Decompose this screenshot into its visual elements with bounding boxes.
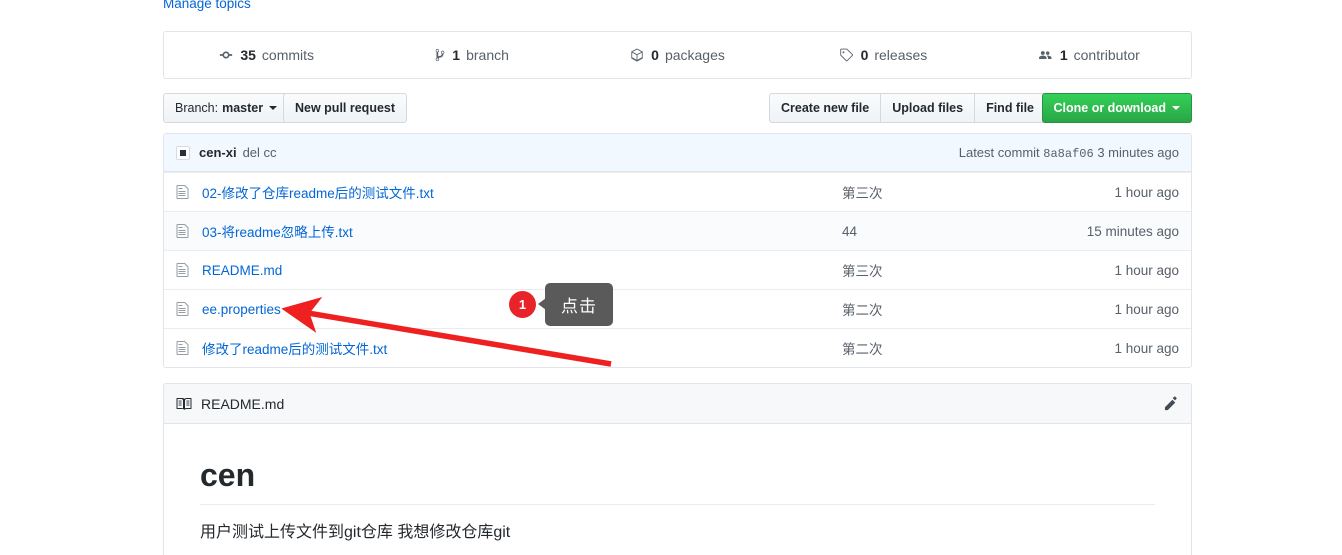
file-commit-message[interactable]: 第二次 (842, 299, 1051, 319)
latest-commit-label: Latest commit (958, 144, 1040, 160)
readme-title: README.md (201, 395, 285, 412)
repository-page: Manage topics 35 commits 1 branch 0 pack… (0, 0, 1342, 555)
table-row[interactable]: README.md 第三次 1 hour ago (164, 250, 1191, 289)
file-commit-message[interactable]: 第三次 (842, 260, 1051, 280)
file-commit-time: 1 hour ago (1114, 184, 1179, 200)
clone-or-download-label: Clone or download (1053, 100, 1167, 115)
readme-paragraph: 用户测试上传文件到git仓库 我想修改仓库git (200, 524, 511, 542)
latest-commit-info: Latest commit 8a8af06 3 minutes ago (959, 145, 1179, 161)
branch-selector-button[interactable]: Branch: master (163, 93, 290, 123)
file-icon (176, 301, 192, 317)
table-row[interactable]: ee.properties 第二次 1 hour ago (164, 289, 1191, 328)
package-icon (630, 48, 644, 62)
stat-contributors[interactable]: 1 contributor (986, 32, 1191, 78)
commit-message-link[interactable]: del cc (243, 145, 277, 160)
avatar (176, 145, 190, 160)
tag-icon (839, 48, 854, 62)
readme-header: README.md (164, 384, 1191, 424)
commit-author-link[interactable]: cen-xi (199, 145, 237, 160)
annotation-step-badge: 1 (509, 291, 536, 318)
clone-or-download-button[interactable]: Clone or download (1041, 93, 1192, 123)
commit-time: 3 minutes ago (1097, 144, 1179, 160)
file-commit-time: 15 minutes ago (1086, 223, 1179, 239)
stat-releases-count: 0 (860, 47, 869, 63)
stat-commits[interactable]: 35 commits (164, 32, 369, 78)
stat-branches[interactable]: 1 branch (369, 32, 574, 78)
stat-contributors-label: contributor (1073, 47, 1140, 63)
repository-toolbar: Branch: master New pull request Create n… (163, 93, 1192, 123)
people-icon (1037, 48, 1053, 62)
find-file-button[interactable]: Find file (974, 93, 1046, 123)
commit-icon (219, 48, 233, 62)
file-name-link[interactable]: 修改了readme后的测试文件.txt (202, 338, 842, 358)
file-name-link[interactable]: 03-将readme忽略上传.txt (202, 221, 842, 241)
file-icon (176, 223, 192, 239)
stat-commits-count: 35 (240, 47, 256, 63)
readme-panel: README.md cen 用户测试上传文件到git仓库 我想修改仓库git (163, 383, 1192, 555)
stat-contributors-count: 1 (1059, 47, 1068, 63)
chevron-down-icon (1172, 106, 1180, 110)
stat-commits-label: commits (261, 47, 315, 63)
chevron-down-icon (269, 106, 278, 110)
branch-name-label: master (222, 100, 264, 115)
stat-branches-count: 1 (452, 47, 461, 63)
file-commit-time: 1 hour ago (1114, 340, 1179, 356)
stat-releases[interactable]: 0 releases (780, 32, 985, 78)
manage-topics-link[interactable]: Manage topics (163, 0, 251, 12)
new-pull-request-button[interactable]: New pull request (283, 93, 408, 123)
stat-branches-label: branch (466, 47, 509, 63)
file-commit-message[interactable]: 第二次 (842, 338, 1051, 358)
readme-heading: cen (200, 456, 1155, 506)
file-commit-message[interactable]: 44 (842, 224, 1051, 239)
latest-commit-bar: cen-xi del cc Latest commit 8a8af06 3 mi… (164, 134, 1191, 172)
table-row[interactable]: 修改了readme后的测试文件.txt 第二次 1 hour ago (164, 328, 1191, 367)
table-row[interactable]: 02-修改了仓库readme后的测试文件.txt 第三次 1 hour ago (164, 172, 1191, 211)
file-commit-message[interactable]: 第三次 (842, 182, 1051, 202)
book-icon (176, 396, 192, 412)
annotation-tooltip: 点击 (538, 283, 613, 326)
branch-icon (435, 48, 445, 62)
file-actions-group: Create new file Upload files Find file (769, 93, 1046, 123)
file-name-link[interactable]: 02-修改了仓库readme后的测试文件.txt (202, 182, 842, 202)
file-commit-time: 1 hour ago (1114, 262, 1179, 278)
stat-packages[interactable]: 0 packages (575, 32, 780, 78)
create-new-file-button[interactable]: Create new file (769, 93, 881, 123)
file-name-link[interactable]: README.md (202, 263, 842, 278)
upload-files-button[interactable]: Upload files (880, 93, 975, 123)
stat-releases-label: releases (874, 47, 928, 63)
file-icon (176, 340, 192, 356)
branch-prefix-label: Branch: (175, 100, 219, 115)
stat-packages-label: packages (664, 47, 725, 63)
stat-packages-count: 0 (651, 47, 659, 63)
commit-sha-link[interactable]: 8a8af06 (1043, 147, 1093, 161)
repository-stats-bar: 35 commits 1 branch 0 packages 0 release… (163, 31, 1192, 79)
file-icon (176, 262, 192, 278)
file-icon (176, 184, 192, 200)
file-list-table: cen-xi del cc Latest commit 8a8af06 3 mi… (163, 133, 1192, 368)
file-commit-time: 1 hour ago (1114, 301, 1179, 317)
table-row[interactable]: 03-将readme忽略上传.txt 44 15 minutes ago (164, 211, 1191, 250)
pencil-icon[interactable] (1164, 396, 1179, 411)
readme-body: cen 用户测试上传文件到git仓库 我想修改仓库git (164, 424, 1191, 545)
